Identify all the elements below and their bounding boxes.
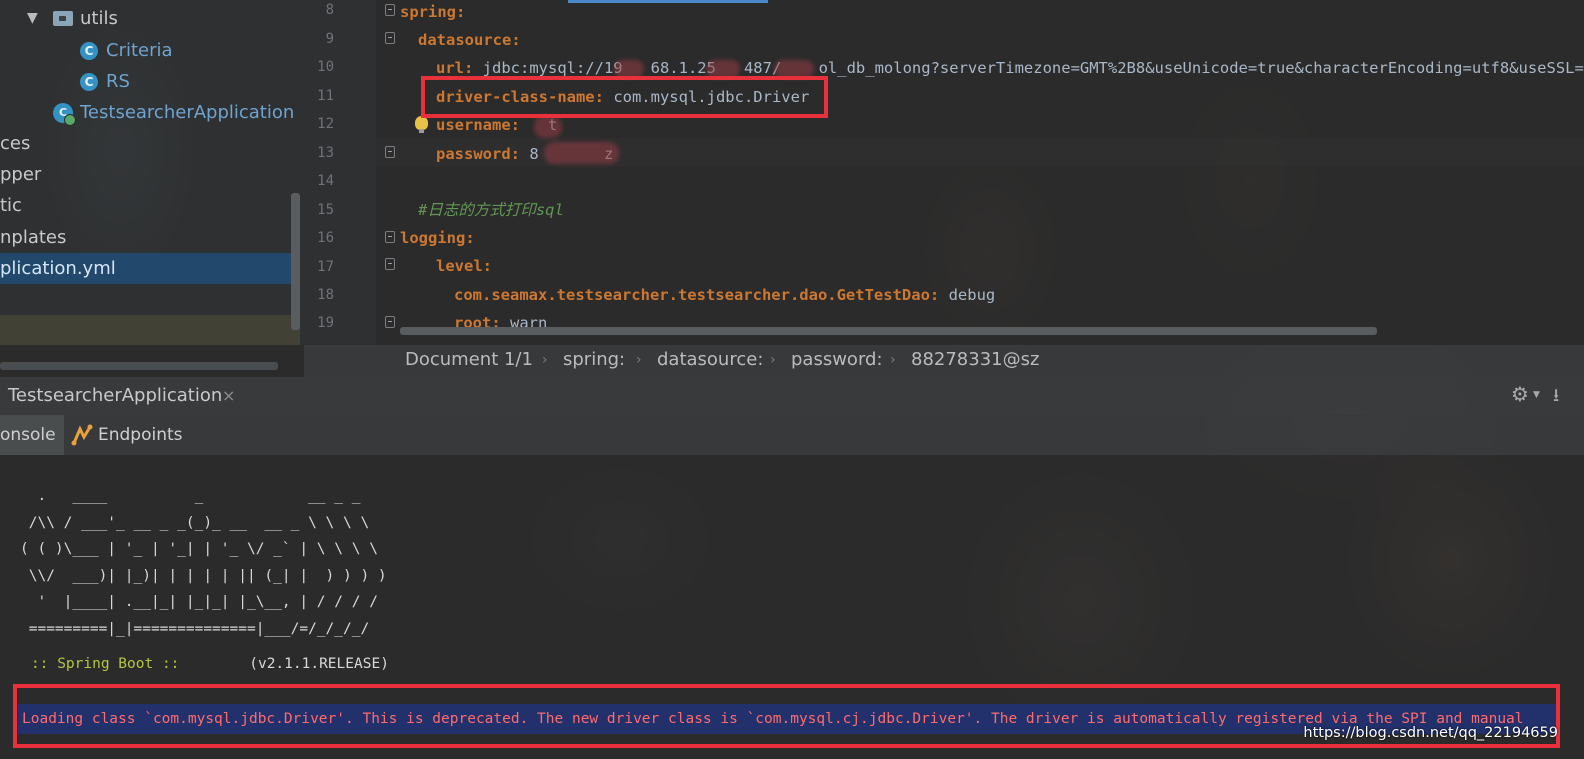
- spring-app-icon: C: [53, 103, 76, 126]
- code-line: logging:: [400, 229, 475, 247]
- tree-item-static[interactable]: tic: [0, 190, 300, 221]
- tree-item-label: plication.yml: [0, 258, 116, 279]
- fold-toggle-icon[interactable]: [385, 146, 395, 158]
- fold-toggle-icon[interactable]: [385, 32, 395, 44]
- lightbulb-icon[interactable]: [415, 116, 428, 133]
- redaction-blur: [544, 142, 619, 164]
- chevron-right-icon: ›: [542, 352, 548, 368]
- tree-item-label: Criteria: [106, 40, 173, 61]
- line-number: 14: [317, 173, 334, 189]
- line-number: 19: [317, 315, 334, 331]
- line-number: 12: [317, 116, 334, 132]
- breadcrumb-item[interactable]: password:: [791, 345, 883, 375]
- code-line: #日志的方式打印sql: [418, 201, 564, 219]
- redaction-blur: [534, 116, 562, 138]
- collapse-arrow-icon[interactable]: ▼: [27, 3, 38, 34]
- line-number: 18: [317, 287, 334, 303]
- tab-console[interactable]: onsole: [0, 415, 64, 455]
- spring-boot-version: (v2.1.1.RELEASE): [179, 656, 389, 672]
- tree-item-application-yml[interactable]: plication.yml: [0, 253, 300, 284]
- tree-item-label: RS: [106, 71, 130, 92]
- breadcrumb-item[interactable]: datasource:: [657, 345, 763, 375]
- tree-item-mapper[interactable]: pper: [0, 159, 300, 190]
- editor-horizontal-scrollbar[interactable]: [400, 327, 1377, 335]
- code-line: com.seamax.testsearcher.testsearcher.dao…: [454, 286, 996, 304]
- highlight-box-driver-class: [421, 76, 828, 118]
- tree-item-application[interactable]: C TestsearcherApplication: [0, 97, 300, 128]
- gear-icon[interactable]: ⚙: [1511, 382, 1529, 406]
- tree-item-label: TestsearcherApplication: [80, 102, 295, 123]
- spring-boot-label: :: Spring Boot ::: [31, 656, 180, 672]
- hide-panel-icon[interactable]: ⭳: [1553, 383, 1559, 413]
- chevron-right-icon: ›: [890, 352, 896, 368]
- class-icon: C: [80, 73, 98, 91]
- fold-toggle-icon[interactable]: [385, 258, 395, 270]
- active-tab-indicator: [568, 0, 768, 3]
- chevron-down-icon[interactable]: ▼: [1533, 390, 1540, 400]
- tree-item-label: tic: [0, 195, 22, 216]
- chevron-right-icon: ›: [636, 352, 642, 368]
- tree-horizontal-scrollbar[interactable]: [0, 362, 278, 370]
- tree-item-rs[interactable]: C RS: [0, 66, 300, 97]
- watermark: https://blog.csdn.net/qq_22194659: [1303, 725, 1558, 741]
- run-tool-window-header: TestsearcherApplication ×: [0, 377, 1584, 416]
- breadcrumb-item[interactable]: spring:: [563, 345, 625, 375]
- line-number: 9: [325, 31, 334, 47]
- class-icon: C: [80, 42, 98, 60]
- tree-item-utils[interactable]: ▼ utils: [0, 3, 300, 34]
- breadcrumb-item[interactable]: Document 1/1: [405, 345, 533, 375]
- tree-item-resources[interactable]: ces: [0, 128, 300, 159]
- tree-highlight-row: [0, 315, 300, 345]
- line-number: 10: [317, 59, 334, 75]
- close-icon[interactable]: ×: [222, 377, 235, 415]
- code-line: level:: [436, 257, 492, 275]
- chevron-right-icon: ›: [770, 352, 776, 368]
- endpoints-icon: [71, 424, 93, 446]
- fold-toggle-icon[interactable]: [385, 4, 395, 16]
- spring-boot-version-line: :: Spring Boot :: (v2.1.1.RELEASE): [31, 651, 389, 677]
- tree-item-label: utils: [80, 8, 118, 29]
- line-number: 17: [317, 259, 334, 275]
- line-number: 15: [317, 202, 334, 218]
- fold-toggle-icon[interactable]: [385, 316, 395, 328]
- run-config-tab[interactable]: TestsearcherApplication: [8, 377, 222, 415]
- line-number: 16: [317, 230, 334, 246]
- tree-item-label: pper: [0, 164, 42, 185]
- tree-item-criteria[interactable]: C Criteria: [0, 35, 300, 66]
- breadcrumb-item[interactable]: 88278331@sz: [911, 345, 1039, 375]
- fold-toggle-icon[interactable]: [385, 231, 395, 243]
- tree-item-label: ces: [0, 133, 31, 154]
- tab-endpoints[interactable]: Endpoints: [98, 415, 183, 455]
- spring-banner: . ____ _ __ _ _ /\\ / ___'_ __ _ _(_)_ _…: [20, 488, 387, 637]
- code-editor[interactable]: 8 9 10 11 12 13 14 15 16 17 18 19 spring…: [304, 0, 1584, 345]
- tree-vertical-scrollbar[interactable]: [291, 193, 300, 330]
- code-line: datasource:: [418, 31, 521, 49]
- project-tree-panel: ▼ utils C Criteria C RS C TestsearcherAp…: [0, 0, 304, 345]
- line-number: 13: [317, 145, 334, 161]
- folder-icon: [53, 11, 73, 26]
- tree-item-templates[interactable]: nplates: [0, 222, 300, 253]
- tree-item-label: nplates: [0, 227, 67, 248]
- line-number: 8: [325, 2, 334, 18]
- code-line: spring:: [400, 3, 466, 21]
- console-tabbar: onsole: [0, 415, 1584, 455]
- breadcrumb: Document 1/1 › spring: › datasource: › p…: [304, 345, 1584, 377]
- line-number: 11: [317, 88, 334, 104]
